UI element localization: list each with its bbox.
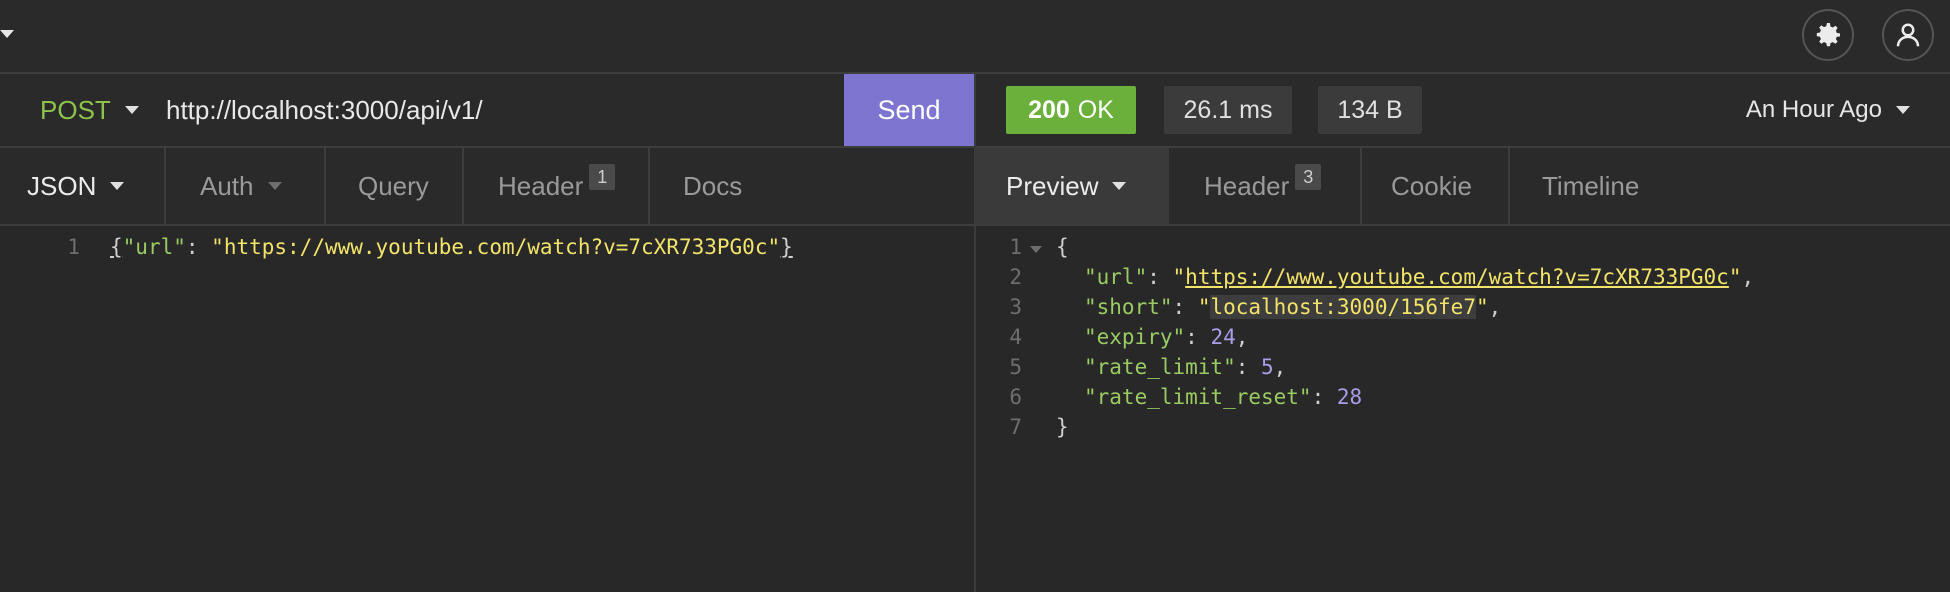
status-text: OK: [1077, 95, 1114, 124]
chevron-down-icon: [110, 182, 125, 190]
json-line: "rate_limit": 5,: [1084, 355, 1287, 379]
tab-json[interactable]: JSON: [27, 148, 125, 224]
history-label: An Hour Ago: [1745, 96, 1882, 123]
method-dropdown[interactable]: POST: [40, 74, 139, 146]
response-time-badge: 26.1 ms: [1164, 86, 1292, 134]
method-label: POST: [40, 94, 111, 125]
url-link[interactable]: https://www.youtube.com/watch?v=7cXR733P…: [1185, 265, 1729, 289]
line-number: 6: [1009, 385, 1022, 409]
json-quote: ": [1172, 265, 1186, 289]
account-button[interactable]: [1882, 9, 1934, 61]
line-number: 2: [1009, 265, 1022, 289]
tab-divider: [1360, 148, 1362, 224]
json-comma: ,: [1235, 325, 1249, 349]
json-brace: {: [110, 235, 123, 259]
gear-icon: [1816, 23, 1840, 47]
line-number: 7: [1009, 415, 1022, 439]
json-key: "rate_limit": [1084, 355, 1236, 379]
tab-label: Preview: [1006, 170, 1099, 201]
response-status-bar: 200 OK 26.1 ms 134 B An Hour Ago: [976, 74, 1950, 148]
json-quote: ": [1197, 295, 1211, 319]
json-number: 28: [1336, 385, 1363, 409]
json-brace: {: [1056, 235, 1069, 259]
tab-label: Docs: [683, 170, 743, 201]
send-button[interactable]: Send: [844, 74, 974, 146]
status-badge: 200 OK: [1006, 86, 1136, 134]
line-number: 1: [1009, 235, 1022, 259]
json-line: "short": "localhost:3000/156fe7",: [1084, 295, 1502, 319]
tab-label: Header: [498, 170, 584, 201]
tab-label: Timeline: [1542, 170, 1640, 201]
tab-divider: [462, 148, 464, 224]
menu-dropdown-icon[interactable]: [0, 30, 14, 38]
request-body-line[interactable]: {"url": "https://www.youtube.com/watch?v…: [110, 232, 793, 262]
history-dropdown[interactable]: An Hour Ago: [1746, 74, 1910, 146]
response-tabs: Preview Header 3 Cookie Timeline: [976, 148, 1950, 226]
url-input[interactable]: http://localhost:3000/api/v1/: [166, 74, 483, 146]
json-key: "url": [1084, 265, 1148, 289]
short-url-value: localhost:3000/156fe7: [1210, 295, 1476, 319]
json-comma: ,: [1273, 355, 1287, 379]
user-icon: [1896, 23, 1920, 47]
tab-label: Auth: [200, 170, 254, 201]
tab-label: JSON: [27, 170, 97, 201]
tab-preview[interactable]: Preview: [1006, 148, 1127, 224]
line-number: 3: [1009, 295, 1022, 319]
tab-label: Header: [1204, 170, 1290, 201]
json-quote: ": [1728, 265, 1742, 289]
line-number: 5: [1009, 355, 1022, 379]
tab-query[interactable]: Query: [358, 148, 429, 224]
json-key: "short": [1084, 295, 1173, 319]
json-number: 5: [1261, 355, 1274, 379]
request-body-editor[interactable]: 1 {"url": "https://www.youtube.com/watch…: [0, 226, 974, 592]
tab-divider: [164, 148, 166, 224]
chevron-down-icon: [267, 182, 282, 190]
line-number: 4: [1009, 325, 1022, 349]
tab-response-header[interactable]: Header 3: [1204, 148, 1322, 224]
chevron-down-icon: [1112, 182, 1127, 190]
json-line: "url": "https://www.youtube.com/watch?v=…: [1084, 265, 1755, 289]
json-quote: ": [1475, 295, 1489, 319]
json-line: "expiry": 24,: [1084, 325, 1249, 349]
json-comma: ,: [1741, 265, 1755, 289]
chevron-down-icon: [124, 106, 139, 114]
tab-header[interactable]: Header 1: [498, 148, 616, 224]
json-brace: }: [1056, 415, 1069, 439]
response-preview: 1 2 3 4 5 6 7 { "url": "https://www.yout…: [976, 226, 1950, 592]
tab-auth[interactable]: Auth: [200, 148, 282, 224]
json-brace: }: [780, 235, 793, 259]
settings-button[interactable]: [1802, 9, 1854, 61]
top-bar: [0, 0, 1950, 74]
json-comma: ,: [1488, 295, 1502, 319]
tab-divider: [1508, 148, 1510, 224]
request-url-bar: POST http://localhost:3000/api/v1/ Send: [0, 74, 974, 148]
header-count-badge: 3: [1295, 164, 1322, 190]
tab-divider: [648, 148, 650, 224]
tab-divider: [324, 148, 326, 224]
tab-label: Query: [358, 170, 429, 201]
fold-chevron-icon[interactable]: [1030, 246, 1042, 253]
tab-docs[interactable]: Docs: [683, 148, 742, 224]
json-key: "url": [122, 235, 186, 259]
status-code: 200: [1028, 95, 1070, 124]
json-colon: :: [185, 235, 212, 259]
line-number: 1: [67, 235, 80, 259]
tab-cookie[interactable]: Cookie: [1391, 148, 1472, 224]
header-count-badge: 1: [589, 164, 616, 190]
request-tabs: JSON Auth Query Header 1 Docs: [0, 148, 974, 226]
json-key: "expiry": [1084, 325, 1186, 349]
chevron-down-icon: [1896, 106, 1910, 114]
json-key: "rate_limit_reset": [1084, 385, 1312, 409]
tab-label: Cookie: [1391, 170, 1472, 201]
response-size-badge: 134 B: [1318, 86, 1422, 134]
tab-timeline[interactable]: Timeline: [1542, 148, 1639, 224]
json-number: 24: [1210, 325, 1236, 349]
json-line: "rate_limit_reset": 28: [1084, 385, 1363, 409]
json-string: "https://www.youtube.com/watch?v=7cXR733…: [211, 235, 781, 259]
